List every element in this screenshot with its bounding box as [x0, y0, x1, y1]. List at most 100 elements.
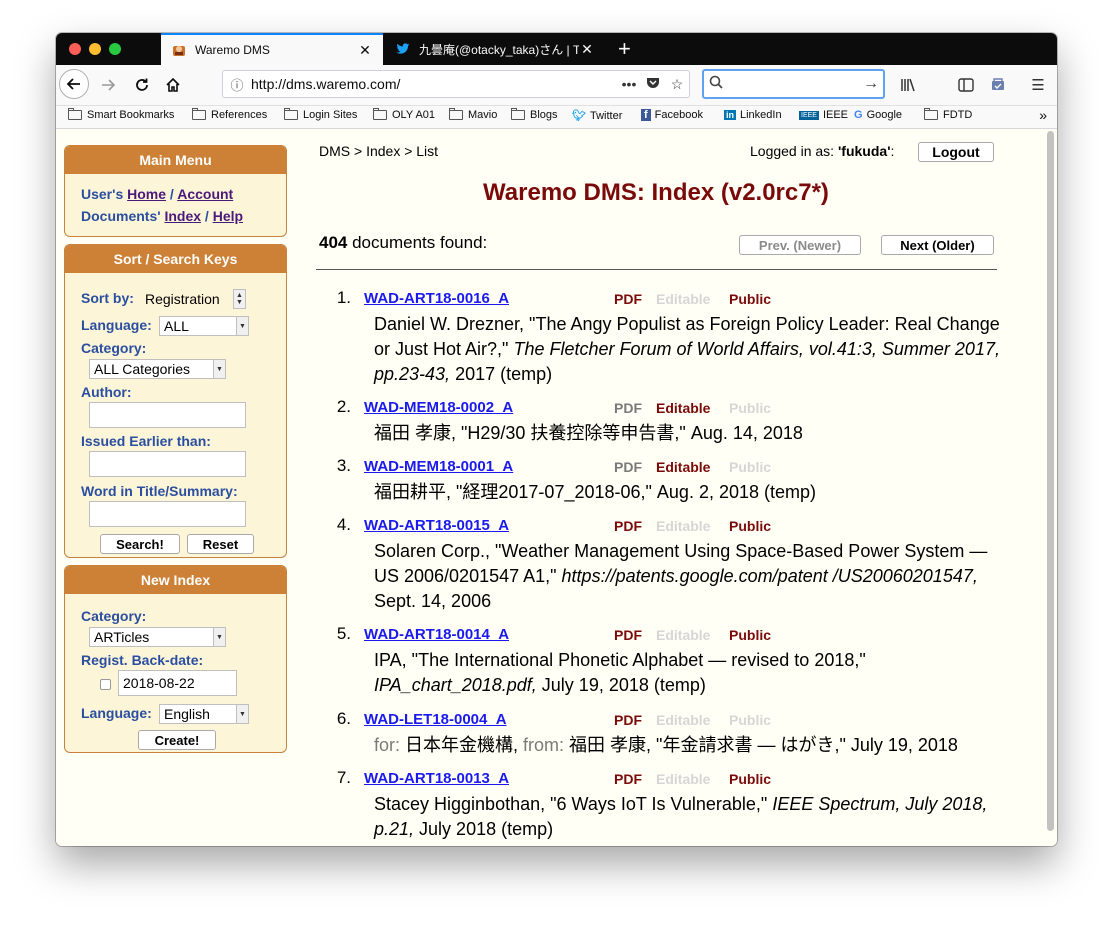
folder-icon — [68, 108, 82, 120]
sidebar-toggle-icon[interactable] — [954, 73, 978, 97]
description-date: Sept. 14, 2006 — [374, 591, 492, 611]
back-arrow-icon[interactable] — [59, 69, 89, 99]
author-input[interactable] — [89, 402, 246, 428]
minimize-window-button[interactable] — [89, 43, 101, 55]
editable-flag[interactable]: Editable — [656, 291, 710, 307]
new-category-select[interactable]: ARTicles ▼ — [89, 627, 226, 647]
home-icon[interactable] — [159, 71, 187, 99]
document-id-link[interactable]: WAD-ART18-0013_A — [364, 770, 509, 787]
editable-flag[interactable]: Editable — [656, 459, 710, 475]
tab-twitter[interactable]: 九曇庵(@otacky_taka)さん | Twi ✕ — [385, 33, 605, 65]
url-bar[interactable]: ⓘ http://dms.waremo.com/ ••• ☆ — [222, 70, 690, 98]
pdf-flag[interactable]: PDF — [614, 400, 642, 416]
pdf-flag[interactable]: PDF — [614, 627, 642, 643]
pocket-icon[interactable] — [641, 76, 665, 93]
search-go-arrow-icon[interactable]: → — [859, 75, 883, 93]
description-date: July 19, 2018 (temp) — [536, 675, 706, 695]
bookmark-fdtd[interactable]: FDTD — [924, 108, 972, 121]
document-id-link[interactable]: WAD-MEM18-0001_A — [364, 458, 513, 475]
document-id-link[interactable]: WAD-ART18-0015_A — [364, 517, 509, 534]
prev-newer-button[interactable]: Prev. (Newer) — [739, 235, 861, 255]
bookmark-facebook[interactable]: f Facebook — [641, 109, 703, 121]
pdf-flag[interactable]: PDF — [614, 459, 642, 475]
page-content: Main Menu User's Home / Account Document… — [56, 129, 1057, 846]
forward-arrow-icon[interactable] — [94, 71, 122, 99]
users-prefix: User's — [81, 186, 128, 202]
logout-button[interactable]: Logout — [918, 142, 994, 162]
bookmark-mavio[interactable]: Mavio — [449, 108, 498, 121]
tab-title: 九曇庵(@otacky_taka)さん | Twi — [419, 42, 579, 57]
bookmark-google[interactable]: G Google — [854, 109, 902, 121]
divider — [316, 269, 997, 270]
bookmark-twitter[interactable]: 🐦︎ Twitter — [572, 109, 623, 123]
tab-waremo[interactable]: Waremo DMS ✕ — [161, 33, 383, 65]
scrollbar-thumb[interactable] — [1047, 131, 1054, 831]
search-bar[interactable]: → — [702, 69, 885, 99]
help-link[interactable]: Help — [213, 208, 243, 224]
pdf-flag[interactable]: PDF — [614, 712, 642, 728]
bookmark-smart-bookmarks[interactable]: Smart Bookmarks — [68, 108, 174, 121]
word-input[interactable] — [89, 501, 246, 527]
language-label: Language: — [81, 317, 152, 333]
category-select[interactable]: ALL Categories ▼ — [89, 359, 226, 379]
bookmark-oly-a01[interactable]: OLY A01 — [373, 108, 435, 121]
backdate-checkbox[interactable] — [100, 679, 111, 690]
description-text: 福田 孝康, "年金請求書 — はがき," July 19, 2018 — [569, 735, 958, 755]
create-button[interactable]: Create! — [138, 730, 216, 750]
folder-icon — [373, 108, 387, 120]
extension-icon[interactable] — [986, 73, 1010, 97]
account-link[interactable]: Account — [177, 186, 233, 202]
bookmark-label: Mavio — [468, 109, 498, 121]
breadcrumb: DMS > Index > List — [319, 143, 439, 159]
document-id-link[interactable]: WAD-ART18-0014_A — [364, 626, 509, 643]
page-actions-icon[interactable]: ••• — [617, 76, 641, 92]
document-id-link[interactable]: WAD-ART18-0016_A — [364, 290, 509, 307]
language-value: ALL — [164, 318, 189, 334]
library-icon[interactable] — [896, 73, 920, 97]
next-older-button[interactable]: Next (Older) — [881, 235, 994, 255]
zoom-window-button[interactable] — [109, 43, 121, 55]
editable-flag[interactable]: Editable — [656, 518, 710, 534]
editable-flag[interactable]: Editable — [656, 712, 710, 728]
bookmark-label: Twitter — [589, 109, 623, 122]
tab-close-icon[interactable]: ✕ — [357, 42, 373, 59]
bookmark-linkedin[interactable]: in LinkedIn — [724, 109, 782, 121]
tab-close-icon[interactable]: ✕ — [579, 41, 595, 58]
twitter-favicon-icon — [395, 41, 411, 57]
documents-links-row: Documents' Index / Help — [81, 208, 243, 224]
public-flag: Public — [729, 291, 772, 307]
reload-icon[interactable] — [128, 71, 156, 99]
home-link[interactable]: Home — [127, 186, 166, 202]
page-title: Waremo DMS: Index (v2.0rc7*) — [483, 179, 829, 206]
issued-input[interactable] — [89, 451, 246, 477]
document-number: 6. — [336, 709, 351, 728]
new-language-select[interactable]: English ▼ — [159, 704, 249, 724]
bookmarks-overflow-chevron-icon[interactable]: » — [1039, 107, 1047, 123]
sort-select[interactable]: Registration ▲ ▼ — [141, 289, 246, 309]
vertical-scrollbar[interactable] — [1045, 129, 1055, 846]
pdf-flag[interactable]: PDF — [614, 291, 642, 307]
index-link[interactable]: Index — [164, 208, 201, 224]
url-text[interactable]: http://dms.waremo.com/ — [251, 76, 617, 92]
bookmark-ieee[interactable]: IEEE IEEE — [799, 109, 848, 121]
bookmark-login-sites[interactable]: Login Sites — [284, 108, 357, 121]
bookmark-blogs[interactable]: Blogs — [511, 108, 558, 121]
pdf-flag[interactable]: PDF — [614, 518, 642, 534]
document-id-link[interactable]: WAD-MEM18-0002_A — [364, 399, 513, 416]
pdf-flag[interactable]: PDF — [614, 771, 642, 787]
document-id-link[interactable]: WAD-LET18-0004_A — [364, 711, 507, 728]
language-select[interactable]: ALL ▼ — [159, 316, 249, 336]
bookmark-star-icon[interactable]: ☆ — [665, 76, 689, 93]
editable-flag[interactable]: Editable — [656, 771, 710, 787]
editable-flag[interactable]: Editable — [656, 400, 710, 416]
editable-flag[interactable]: Editable — [656, 627, 710, 643]
bookmark-references[interactable]: References — [192, 108, 267, 121]
info-icon[interactable]: ⓘ — [223, 75, 251, 94]
menu-icon[interactable]: ☰ — [1026, 73, 1050, 97]
chevron-down-icon: ▼ — [213, 628, 225, 646]
reset-button[interactable]: Reset — [187, 534, 254, 554]
search-button[interactable]: Search! — [100, 534, 180, 554]
close-window-button[interactable] — [69, 43, 81, 55]
new-tab-plus-icon[interactable]: + — [618, 36, 631, 62]
backdate-input[interactable]: 2018-08-22 — [118, 670, 237, 696]
